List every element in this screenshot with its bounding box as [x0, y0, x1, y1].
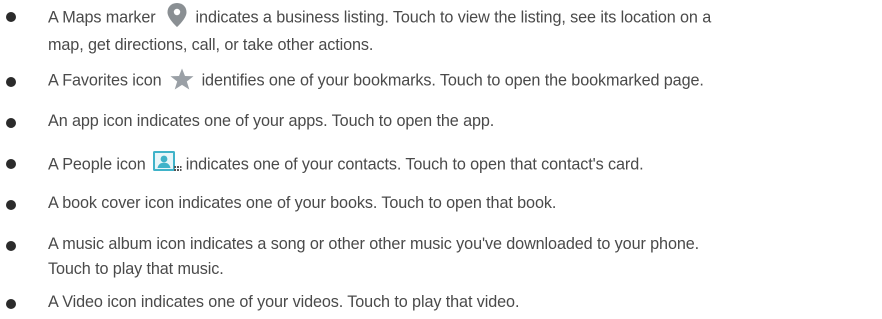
bullet-dot: [6, 12, 16, 22]
list-item-text: A Video icon indicates one of your video…: [48, 293, 520, 311]
bullet-dot: [6, 200, 16, 210]
star-icon: [170, 68, 194, 90]
bullet-dot: [6, 159, 16, 169]
list-item-text: indicates one of your contacts. Touch to…: [185, 155, 644, 174]
list-item-line: map, get directions, call, or take other…: [48, 35, 373, 55]
list-item-text: A music album icon indicates a song or o…: [48, 235, 700, 253]
list-item-line: A People icon indicates one of your conta…: [48, 149, 644, 178]
list-item-line: A music album icon indicates a song or o…: [48, 234, 699, 254]
bullet-dot: [6, 241, 16, 251]
list-item-text: An app icon indicates one of your apps. …: [48, 112, 495, 130]
list-item-text: A Maps marker: [48, 8, 156, 27]
list-item-line: A Maps marker indicates a business listin…: [48, 2, 712, 31]
list-item-text: Touch to play that music.: [48, 260, 224, 278]
list-item-line: A Favorites icon identifies one of your b…: [48, 68, 704, 92]
bullet-dot: [6, 77, 16, 87]
list-item-text: A Favorites icon: [48, 71, 162, 90]
list-item-text: A People icon: [48, 155, 146, 174]
map-pin-icon: [166, 2, 188, 28]
bullet-list: A Maps marker indicates a business listin…: [0, 0, 882, 319]
list-item-line: A Video icon indicates one of your video…: [48, 292, 519, 312]
list-item-text: indicates a business listing. Touch to v…: [195, 8, 712, 27]
list-item-line: A book cover icon indicates one of your …: [48, 193, 556, 213]
list-item-text: identifies one of your bookmarks. Touch …: [201, 71, 704, 90]
bullet-dot: [6, 299, 16, 309]
bullet-dot: [6, 118, 16, 128]
list-item-text: map, get directions, call, or take other…: [48, 36, 374, 54]
people-contact-icon: [152, 149, 182, 175]
list-item-line: Touch to play that music.: [48, 259, 224, 279]
list-item-line: An app icon indicates one of your apps. …: [48, 111, 494, 131]
list-item-text: A book cover icon indicates one of your …: [48, 194, 557, 212]
